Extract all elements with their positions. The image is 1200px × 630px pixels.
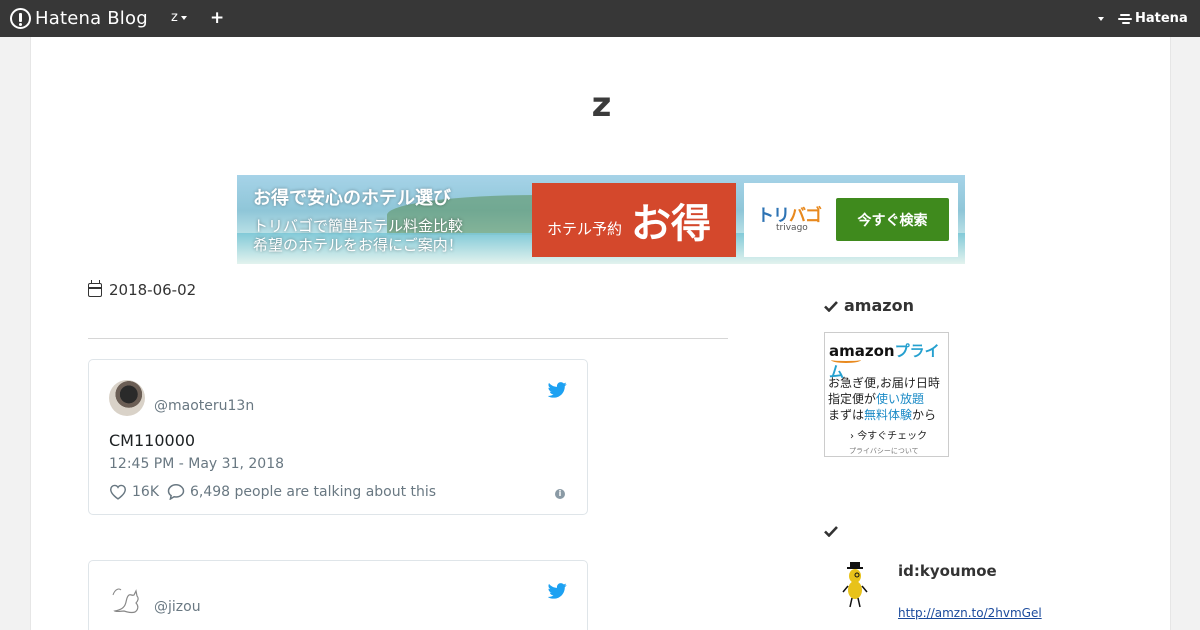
amazon-module-heading: amazon	[824, 296, 914, 315]
ad-search-now-button[interactable]: 今すぐ検索	[836, 198, 949, 241]
add-entry-button[interactable]: +	[210, 8, 224, 28]
amazon-privacy-link[interactable]: プライバシーについて	[849, 446, 919, 456]
amazon-ad-line-1: お急ぎ便,お届け日時	[828, 376, 940, 390]
tweet-handle[interactable]: @jizou	[154, 599, 201, 615]
amazon-check-link[interactable]: › 今すぐチェック	[850, 427, 927, 442]
like-action[interactable]: 16K	[109, 484, 159, 500]
trivago-sub-text: trivago	[776, 223, 808, 233]
ad-red-panel: ホテル予約 お得	[532, 183, 736, 257]
profile-module-heading	[824, 525, 844, 537]
amazon-smile-icon	[831, 357, 861, 363]
amazon-ad-line-3: まずは無料体験から	[828, 408, 937, 422]
hatena-blog-logo[interactable]: Hatena Blog	[10, 8, 148, 29]
entry-divider	[88, 338, 728, 339]
tweet-text: CM110000	[109, 431, 196, 450]
amazon-prime-ad[interactable]: amazonプライム お急ぎ便,お届け日時 指定便が使い放題 まずは無料体験から…	[824, 332, 949, 457]
avatar[interactable]	[109, 581, 145, 617]
ad-line-1: トリバゴで簡単ホテル料金比較	[253, 217, 464, 235]
logo-text: Hatena Blog	[35, 8, 148, 29]
info-icon[interactable]: i	[555, 489, 565, 499]
profile-amazon-link[interactable]: http://amzn.to/2hvmGel	[898, 606, 1042, 620]
talking-count: 6,498 people are talking about this	[190, 483, 437, 500]
ad-white-panel: トリバゴ trivago 今すぐ検索	[744, 183, 958, 257]
blog-title[interactable]: z	[31, 85, 1172, 125]
hatena-brand-link[interactable]: Hatena	[1118, 11, 1188, 26]
ad-headline: お得で安心のホテル選び	[253, 188, 451, 209]
twitter-bird-icon[interactable]	[548, 382, 567, 398]
hatena-logo-icon	[10, 8, 31, 29]
peanut-mascot-icon[interactable]	[840, 562, 870, 608]
calendar-icon	[88, 280, 102, 297]
blog-switcher[interactable]: z	[171, 10, 187, 25]
comment-icon	[167, 483, 185, 500]
ad-red-big-text: お得	[631, 201, 711, 247]
ad-red-small-text: ホテル予約	[547, 220, 623, 238]
embedded-tweet[interactable]: @jizou	[88, 560, 588, 630]
caret-down-icon	[180, 15, 187, 20]
amazon-ad-line-2: 指定便が使い放題	[828, 392, 925, 406]
tweet-actions: 16K 6,498 people are talking about this	[109, 483, 436, 500]
blog-page: z お得で安心のホテル選び トリバゴで簡単ホテル料金比較 希望のホテルをお得にご…	[30, 37, 1171, 630]
check-icon	[824, 300, 838, 312]
avatar[interactable]	[109, 380, 145, 416]
check-icon	[824, 526, 838, 537]
twitter-bird-icon[interactable]	[548, 583, 567, 599]
cat-avatar-icon	[112, 588, 139, 614]
tweet-timestamp[interactable]: 12:45 PM - May 31, 2018	[109, 456, 284, 472]
entry-date-text: 2018-06-02	[109, 281, 197, 299]
hatena-brand-icon	[1118, 13, 1132, 25]
heart-icon	[109, 484, 127, 500]
entry-date-link[interactable]: 2018-06-02	[88, 280, 197, 299]
embedded-tweet[interactable]: @maoteru13n CM110000 12:45 PM - May 31, …	[88, 359, 588, 515]
talking-action[interactable]: 6,498 people are talking about this	[167, 483, 436, 500]
trivago-ad-banner[interactable]: お得で安心のホテル選び トリバゴで簡単ホテル料金比較 希望のホテルをお得にご案内…	[237, 175, 965, 264]
amazon-heading-text: amazon	[844, 296, 914, 315]
user-menu-caret-icon[interactable]	[1098, 17, 1104, 21]
ad-line-2: 希望のホテルをお得にご案内！	[253, 236, 463, 254]
tweet-handle[interactable]: @maoteru13n	[154, 398, 254, 414]
like-count: 16K	[132, 483, 159, 500]
blog-switcher-label: z	[171, 10, 178, 25]
global-header: Hatena Blog z + Hatena	[0, 0, 1200, 37]
profile-id-link[interactable]: id:kyoumoe	[898, 562, 997, 580]
hatena-brand-text: Hatena	[1135, 11, 1188, 26]
